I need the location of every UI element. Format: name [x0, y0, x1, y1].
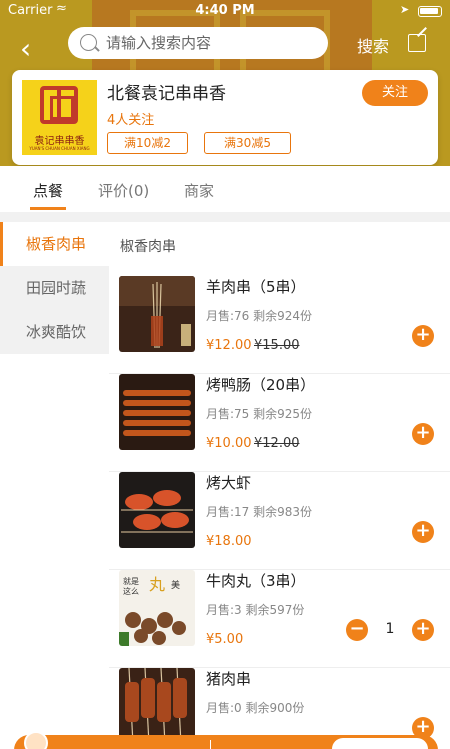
item-stats: 月售:76 剩余924份: [206, 309, 313, 323]
item-stats: 月售:3 剩余597份: [206, 603, 305, 617]
item-image: [119, 374, 195, 450]
category-item[interactable]: 田园时蔬: [0, 266, 109, 310]
follower-count: 4人关注: [107, 113, 155, 128]
cart-mascot-icon[interactable]: [24, 731, 48, 749]
item-image: [119, 276, 195, 352]
search-button[interactable]: 搜索: [357, 33, 389, 57]
checkout-button[interactable]: [332, 738, 428, 749]
divider: [0, 212, 450, 222]
category-item[interactable]: 椒香肉串: [0, 222, 109, 266]
tab-reviews[interactable]: 评价(0): [98, 180, 149, 201]
item-name: 烤大虾: [206, 474, 252, 492]
back-icon[interactable]: ‹: [20, 35, 48, 64]
category-sidebar: 椒香肉串 田园时蔬 冰爽酷饮: [0, 222, 109, 354]
svg-text:就是: 就是: [123, 576, 139, 586]
location-icon: ➤: [400, 3, 410, 16]
item-name: 羊肉串（5串）: [206, 278, 306, 296]
tab-merchant[interactable]: 商家: [184, 180, 214, 201]
item-stats: 月售:0 剩余900份: [206, 701, 305, 715]
add-to-cart-button[interactable]: +: [412, 325, 434, 347]
svg-text:丸: 丸: [149, 575, 165, 594]
remove-from-cart-button[interactable]: −: [346, 619, 368, 641]
search-input[interactable]: [106, 31, 316, 55]
logo-text: 袁记串串香: [34, 136, 85, 147]
item-price: ¥10.00: [206, 436, 252, 451]
add-to-cart-button[interactable]: +: [412, 423, 434, 445]
item-name: 牛肉丸（3串）: [206, 572, 306, 590]
item-image: [119, 472, 195, 548]
logo-seal-icon: [40, 86, 78, 124]
tab-order[interactable]: 点餐: [33, 180, 63, 201]
item-stats: 月售:17 剩余983份: [206, 505, 313, 519]
logo-subtext: YUAN'S CHUAN CHUAN XIANG: [29, 146, 90, 151]
status-bar: Carrier ≈ 4:40 PM ➤: [0, 0, 450, 22]
section-title: 椒香肉串: [120, 239, 176, 255]
menu-item[interactable]: 烤大虾 月售:17 剩余983份 ¥18.00 +: [109, 472, 450, 570]
item-image: 就是 这么 丸 美: [119, 570, 195, 646]
search-icon: [80, 34, 97, 51]
coupon-badge[interactable]: 满30减5: [204, 132, 291, 154]
clock: 4:40 PM: [195, 3, 255, 18]
add-to-cart-button[interactable]: +: [412, 521, 434, 543]
share-icon[interactable]: [408, 34, 426, 52]
follow-button[interactable]: 关注: [362, 80, 428, 106]
category-item[interactable]: 冰爽酷饮: [0, 310, 109, 354]
coupon-badge[interactable]: 满10减2: [107, 132, 188, 154]
item-image: [119, 668, 195, 744]
active-tab-indicator: [30, 207, 66, 210]
menu-item[interactable]: 烤鸭肠（20串） 月售:75 剩余925份 ¥10.00 ¥12.00 +: [109, 374, 450, 472]
battery-icon: [418, 6, 442, 17]
item-name: 烤鸭肠（20串）: [206, 376, 316, 394]
menu-item[interactable]: 羊肉串（5串） 月售:76 剩余924份 ¥12.00 ¥15.00 +: [109, 276, 450, 374]
item-name: 猪肉串: [206, 670, 252, 688]
item-price: ¥12.00: [206, 338, 252, 353]
store-tabs: 点餐 评价(0) 商家: [0, 166, 450, 212]
search-box[interactable]: [68, 27, 328, 59]
item-price: ¥18.00: [206, 534, 252, 549]
item-quantity: 1: [385, 621, 395, 637]
divider: [210, 740, 211, 749]
store-name: 北餐袁记串串香: [107, 84, 226, 104]
store-logo: 袁记串串香 YUAN'S CHUAN CHUAN XIANG: [22, 80, 97, 155]
item-price: ¥5.00: [206, 632, 244, 647]
menu-item[interactable]: 就是 这么 丸 美 牛肉丸（3串） 月售:3 剩余597份 ¥5.00 − 1 …: [109, 570, 450, 668]
item-original-price: ¥15.00: [254, 338, 300, 353]
item-stats: 月售:75 剩余925份: [206, 407, 313, 421]
store-card: 袁记串串香 YUAN'S CHUAN CHUAN XIANG 北餐袁记串串香 4…: [12, 70, 438, 165]
svg-text:美: 美: [171, 579, 180, 591]
add-to-cart-button[interactable]: +: [412, 619, 434, 641]
item-original-price: ¥12.00: [254, 436, 300, 451]
svg-text:这么: 这么: [123, 586, 139, 596]
